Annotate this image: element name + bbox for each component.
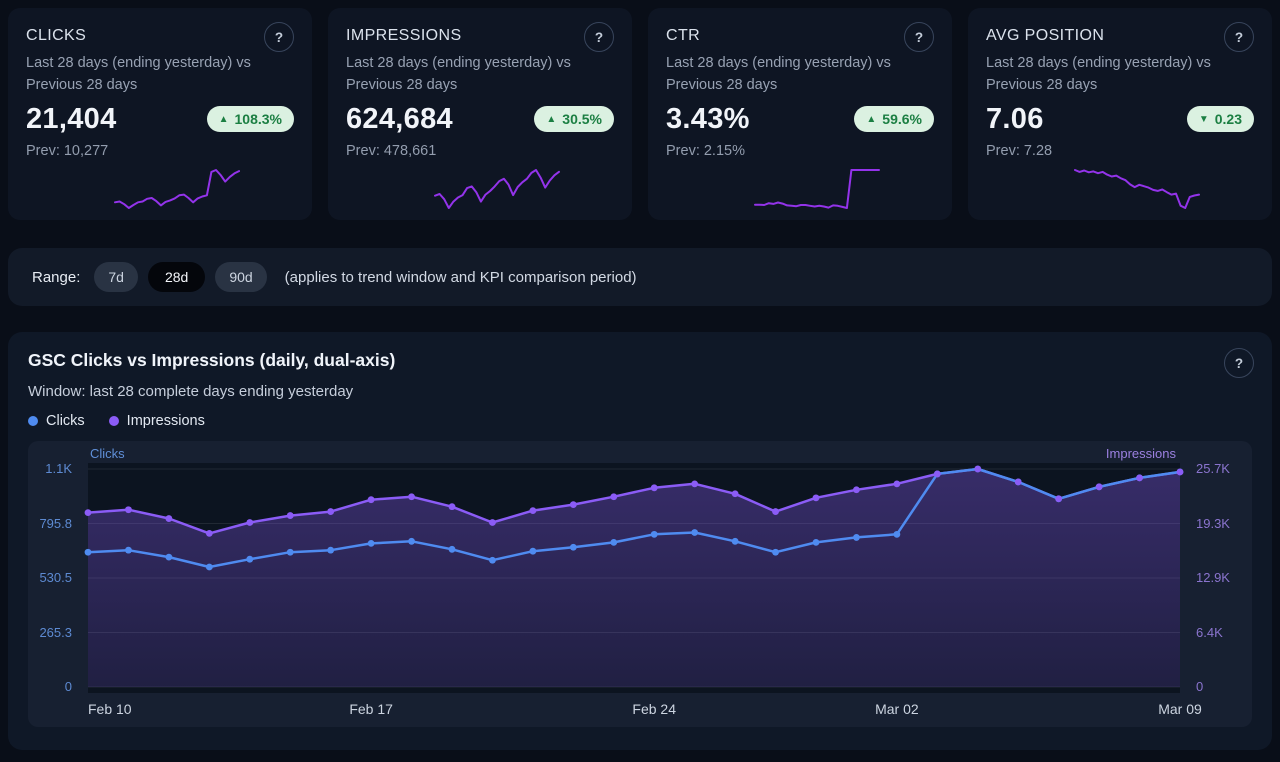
kpi-value: 7.06 bbox=[986, 103, 1044, 136]
delta-arrow-icon: ▲ bbox=[866, 114, 876, 125]
y-tick-label: 795.8 bbox=[39, 516, 72, 532]
delta-badge: ▼ 0.23 bbox=[1187, 106, 1254, 132]
kpi-prev: Prev: 478,661 bbox=[346, 143, 614, 159]
kpi-row: CLICKS ? Last 28 days (ending yesterday)… bbox=[8, 8, 1272, 220]
kpi-prev: Prev: 7.28 bbox=[986, 143, 1254, 159]
left-axis-title: Clicks bbox=[90, 446, 125, 461]
legend-label: Impressions bbox=[127, 413, 205, 429]
kpi-card-ctr: CTR ? Last 28 days (ending yesterday) vs… bbox=[648, 8, 952, 220]
delta-arrow-icon: ▲ bbox=[546, 114, 556, 125]
range-pill-7d[interactable]: 7d bbox=[94, 262, 138, 292]
question-mark-glyph: ? bbox=[595, 30, 603, 45]
range-bar: Range: 7d 28d 90d (applies to trend wind… bbox=[8, 248, 1272, 306]
x-axis-labels: Feb 10Feb 17Feb 24Mar 02Mar 09 bbox=[88, 701, 1180, 719]
question-mark-glyph: ? bbox=[275, 30, 283, 45]
y-axis-left-labels: 1.1K 795.8 530.5 265.3 0 bbox=[28, 463, 80, 693]
y-tick-label: 265.3 bbox=[39, 625, 72, 641]
ctr-sparkline bbox=[752, 167, 882, 211]
kpi-prev: Prev: 2.15% bbox=[666, 143, 934, 159]
kpi-title: CTR bbox=[666, 22, 700, 45]
kpi-prev: Prev: 10,277 bbox=[26, 143, 294, 159]
kpi-title: AVG POSITION bbox=[986, 22, 1104, 45]
question-mark-glyph: ? bbox=[1235, 30, 1243, 45]
x-tick-label: Feb 17 bbox=[349, 701, 393, 717]
kpi-value: 21,404 bbox=[26, 103, 117, 136]
help-icon[interactable]: ? bbox=[584, 22, 614, 52]
kpi-value: 624,684 bbox=[346, 103, 453, 136]
y-tick-label: 1.1K bbox=[45, 461, 72, 477]
chart-title: GSC Clicks vs Impressions (daily, dual-a… bbox=[28, 350, 1252, 371]
chart-plot[interactable] bbox=[88, 463, 1180, 693]
delta-badge: ▲ 108.3% bbox=[207, 106, 294, 132]
y-tick-label: 530.5 bbox=[39, 570, 72, 586]
delta-badge: ▲ 59.6% bbox=[854, 106, 934, 132]
kpi-subtitle: Last 28 days (ending yesterday) vs Previ… bbox=[986, 53, 1248, 97]
delta-value: 30.5% bbox=[562, 111, 602, 127]
y-tick-label: 25.7K bbox=[1196, 461, 1230, 477]
chart-panel: Clicks Impressions 1.1K795.8530.5265.30 … bbox=[28, 441, 1252, 727]
clicks-sparkline bbox=[112, 167, 242, 211]
delta-badge: ▲ 30.5% bbox=[534, 106, 614, 132]
range-pill-90d[interactable]: 90d bbox=[215, 262, 266, 292]
y-tick-label: 0 bbox=[1196, 679, 1203, 695]
chart-legend: Clicks Impressions bbox=[28, 413, 1252, 429]
chart-subtitle: Window: last 28 complete days ending yes… bbox=[28, 383, 1252, 400]
x-tick-label: Feb 10 bbox=[88, 701, 132, 717]
clicks-legend-dot-icon bbox=[28, 416, 38, 426]
x-tick-label: Feb 24 bbox=[632, 701, 676, 717]
kpi-subtitle: Last 28 days (ending yesterday) vs Previ… bbox=[26, 53, 288, 97]
kpi-value: 3.43% bbox=[666, 103, 750, 136]
kpi-card-clicks: CLICKS ? Last 28 days (ending yesterday)… bbox=[8, 8, 312, 220]
chart-card: GSC Clicks vs Impressions (daily, dual-a… bbox=[8, 332, 1272, 750]
x-tick-label: Mar 09 bbox=[1158, 701, 1202, 717]
kpi-subtitle: Last 28 days (ending yesterday) vs Previ… bbox=[346, 53, 608, 97]
y-tick-label: 6.4K bbox=[1196, 625, 1223, 641]
range-pill-28d[interactable]: 28d bbox=[148, 262, 205, 292]
delta-arrow-icon: ▼ bbox=[1199, 114, 1209, 125]
y-axis-right-labels: 25.7K 19.3K 12.9K 6.4K 0 bbox=[1188, 463, 1252, 693]
help-icon[interactable]: ? bbox=[904, 22, 934, 52]
kpi-title: IMPRESSIONS bbox=[346, 22, 462, 45]
kpi-title: CLICKS bbox=[26, 22, 86, 45]
legend-item-clicks: Clicks bbox=[28, 413, 85, 429]
range-note: (applies to trend window and KPI compari… bbox=[285, 269, 637, 286]
help-icon[interactable]: ? bbox=[1224, 348, 1254, 378]
kpi-card-impressions: IMPRESSIONS ? Last 28 days (ending yeste… bbox=[328, 8, 632, 220]
y-tick-label: 12.9K bbox=[1196, 570, 1230, 586]
delta-arrow-icon: ▲ bbox=[219, 114, 229, 125]
x-tick-label: Mar 02 bbox=[875, 701, 919, 717]
right-axis-title: Impressions bbox=[1106, 446, 1176, 461]
impressions-sparkline bbox=[432, 167, 562, 211]
kpi-subtitle: Last 28 days (ending yesterday) vs Previ… bbox=[666, 53, 928, 97]
delta-value: 59.6% bbox=[882, 111, 922, 127]
y-tick-label: 0 bbox=[65, 679, 72, 695]
question-mark-glyph: ? bbox=[1235, 356, 1243, 371]
avg-position-sparkline bbox=[1072, 167, 1202, 211]
range-label: Range: bbox=[32, 269, 80, 286]
y-tick-label: 19.3K bbox=[1196, 516, 1230, 532]
delta-value: 108.3% bbox=[235, 111, 282, 127]
help-icon[interactable]: ? bbox=[264, 22, 294, 52]
legend-label: Clicks bbox=[46, 413, 85, 429]
legend-item-impressions: Impressions bbox=[109, 413, 205, 429]
question-mark-glyph: ? bbox=[915, 30, 923, 45]
kpi-card-avg-position: AVG POSITION ? Last 28 days (ending yest… bbox=[968, 8, 1272, 220]
delta-value: 0.23 bbox=[1215, 111, 1242, 127]
impressions-legend-dot-icon bbox=[109, 416, 119, 426]
help-icon[interactable]: ? bbox=[1224, 22, 1254, 52]
